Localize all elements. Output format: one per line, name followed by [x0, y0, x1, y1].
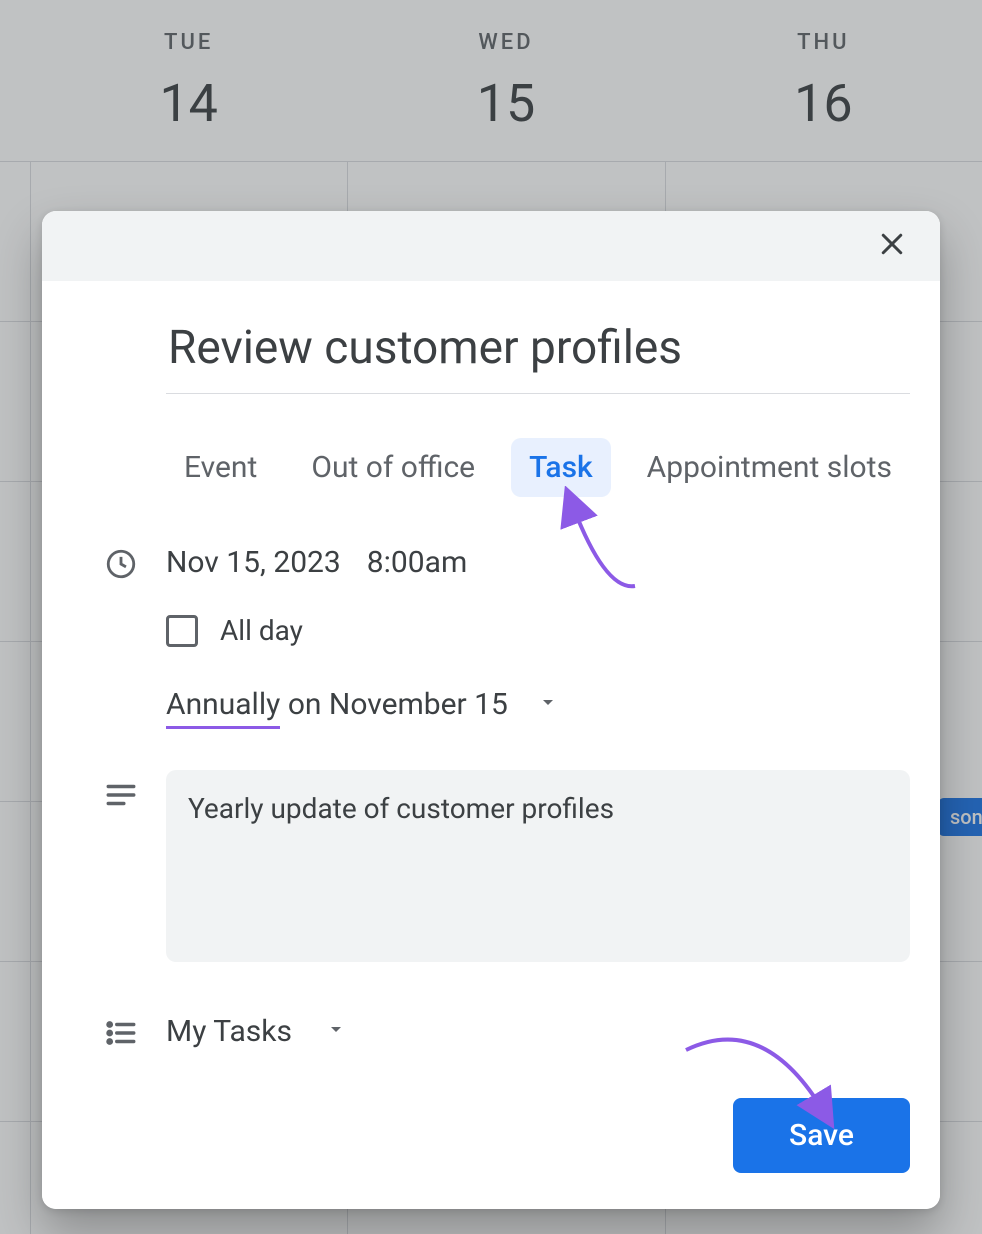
task-title-input[interactable] — [166, 315, 910, 394]
create-task-dialog: Event Out of office Task Appointment slo… — [42, 211, 940, 1209]
tab-event[interactable]: Event — [166, 438, 275, 497]
all-day-checkbox[interactable] — [166, 615, 198, 647]
close-button[interactable] — [870, 224, 914, 268]
recurrence-value-highlight: Annually — [166, 687, 280, 729]
all-day-label: All day — [220, 614, 303, 647]
tab-task[interactable]: Task — [511, 438, 611, 497]
task-date-field[interactable]: Nov 15, 2023 — [166, 545, 341, 580]
task-list-icon — [76, 966, 166, 1050]
task-list-dropdown[interactable]: My Tasks — [166, 966, 910, 1050]
recurrence-dropdown[interactable]: Annually on November 15 — [166, 653, 910, 730]
recurrence-value-rest: on November 15 — [288, 687, 508, 722]
chevron-down-icon — [536, 687, 560, 722]
description-icon — [76, 730, 166, 966]
chevron-down-icon — [324, 1014, 348, 1049]
task-time-field[interactable]: 8:00am — [367, 545, 467, 580]
entry-type-tabs: Event Out of office Task Appointment slo… — [166, 438, 910, 497]
clock-icon — [76, 541, 166, 730]
dialog-header — [42, 211, 940, 281]
task-description-input[interactable] — [166, 770, 910, 962]
save-button[interactable]: Save — [733, 1098, 910, 1173]
task-list-value: My Tasks — [166, 1014, 292, 1049]
tab-out-of-office[interactable]: Out of office — [293, 438, 493, 497]
close-icon — [877, 229, 907, 263]
tab-appointment-slots[interactable]: Appointment slots — [629, 438, 910, 497]
